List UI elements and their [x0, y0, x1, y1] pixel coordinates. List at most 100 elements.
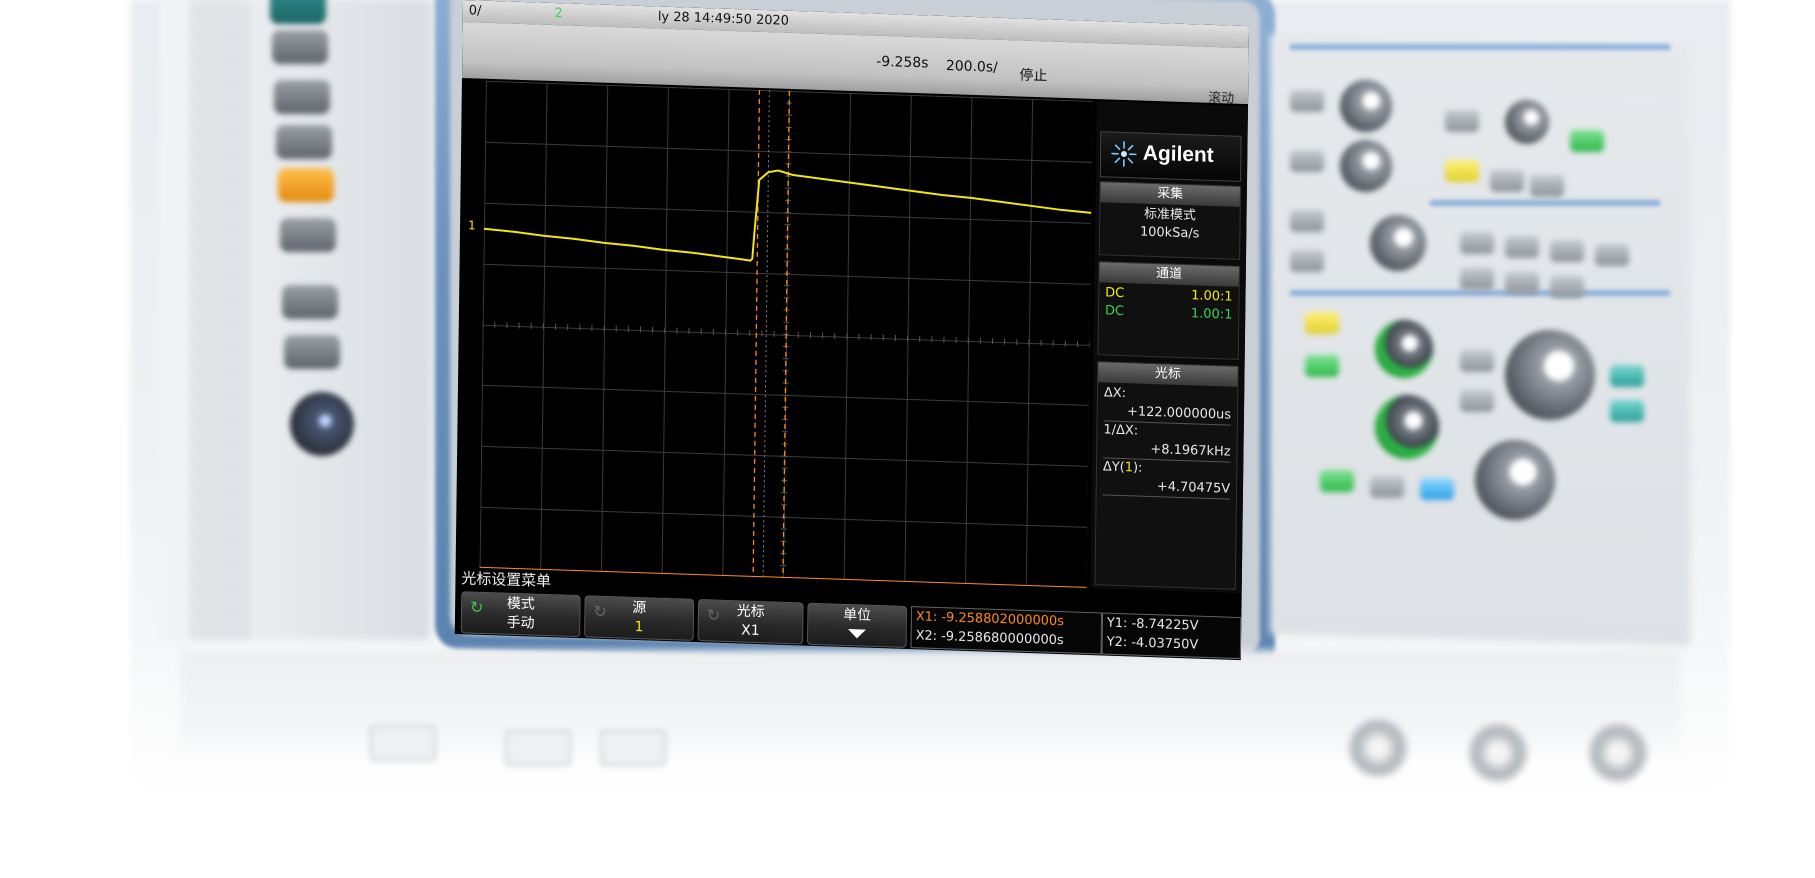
grid-line — [600, 84, 609, 572]
hw-button[interactable] — [1505, 236, 1539, 258]
bnc-connector[interactable] — [1590, 725, 1646, 781]
cycle-icon: ↻ — [706, 605, 721, 625]
hw-button[interactable] — [1290, 210, 1324, 232]
y2-readout: Y2: -4.03750V — [1106, 634, 1199, 653]
hw-button[interactable] — [1505, 272, 1539, 294]
hw-button-cyan[interactable] — [1420, 478, 1454, 500]
hw-knob-green[interactable] — [1375, 395, 1439, 459]
hw-button-green[interactable] — [1570, 130, 1604, 152]
cursor-x-readout: X1: -9.258802000000s X2: -9.258680000000… — [910, 606, 1103, 655]
hw-button[interactable] — [1550, 240, 1584, 262]
hw-knob[interactable] — [1340, 140, 1392, 192]
cursor-y-readout: Y1: -8.74225V Y2: -4.03750V — [1101, 612, 1242, 660]
hw-button[interactable] — [272, 30, 328, 64]
delta-y-value: +4.70475V — [1102, 476, 1231, 500]
ch2-row[interactable]: DC 1.00:1 — [1105, 302, 1233, 324]
softkey-cursor[interactable]: ↻ 光标 X1 — [697, 599, 804, 645]
channels-panel[interactable]: 通道 DC 1.00:1 DC 1.00:1 — [1097, 261, 1240, 360]
hw-button[interactable] — [1530, 175, 1564, 197]
vent-strip — [190, 0, 250, 640]
waveform-display[interactable]: 1 — [468, 80, 1093, 588]
hw-button[interactable] — [1290, 90, 1324, 112]
trigger-line — [762, 90, 770, 578]
acq-mode-label: 滚动 — [1208, 90, 1235, 107]
usb-port[interactable] — [370, 725, 436, 761]
hw-button[interactable] — [280, 218, 336, 252]
hw-button-orange[interactable] — [278, 168, 334, 202]
run-state: 停止 — [1019, 67, 1048, 85]
hw-button[interactable] — [1460, 390, 1494, 412]
hw-knob[interactable] — [290, 392, 354, 456]
hw-button[interactable] — [276, 125, 332, 159]
softkey-units[interactable]: 单位 — [807, 602, 908, 648]
hw-knob[interactable] — [1340, 80, 1392, 132]
ch1-coupling: DC — [1105, 285, 1125, 302]
softkey-source[interactable]: ↻ 源 1 — [584, 595, 695, 641]
hw-button[interactable] — [1290, 250, 1324, 272]
input-port[interactable] — [600, 730, 666, 766]
hw-button[interactable] — [1550, 276, 1584, 298]
bnc-connector[interactable] — [1350, 720, 1406, 776]
right-control-panel — [1270, 34, 1690, 646]
arrow-down-icon — [847, 629, 866, 639]
time-offset: -9.258s — [876, 53, 929, 72]
y1-readout: Y1: -8.74225V — [1106, 615, 1199, 634]
panel-stripe — [1430, 200, 1660, 206]
scope-screen: 0/ 2 ly 28 14:49:50 2020 -9.258s 200.0s/… — [454, 0, 1250, 661]
topbar-fragment: 0/ — [468, 3, 482, 19]
delta-y-prefix: ΔY( — [1102, 459, 1125, 476]
ch2-probe: 1.00:1 — [1190, 306, 1233, 323]
bnc-connector[interactable] — [1470, 725, 1526, 781]
hw-knob-green[interactable] — [1375, 320, 1433, 378]
input-port[interactable] — [505, 730, 571, 766]
hw-knob[interactable] — [1475, 440, 1555, 520]
agilent-spark-icon — [1111, 141, 1137, 167]
hw-button-teal[interactable] — [1610, 365, 1644, 387]
delta-y-suffix: ): — [1132, 460, 1143, 476]
brand-name: Agilent — [1142, 141, 1214, 167]
hw-button[interactable] — [270, 0, 326, 24]
hw-button[interactable] — [1460, 350, 1494, 372]
graticule — [479, 80, 1093, 588]
hw-button[interactable] — [1595, 244, 1629, 266]
hw-button-green[interactable] — [1320, 470, 1354, 492]
hw-button-yellow[interactable] — [1445, 160, 1479, 182]
hw-button[interactable] — [1370, 476, 1404, 498]
acquire-panel[interactable]: 采集 标准模式 100kSa/s — [1098, 181, 1241, 260]
hw-knob[interactable] — [1505, 100, 1549, 144]
brand-logo: Agilent — [1099, 131, 1242, 182]
cursor-x1[interactable] — [752, 89, 761, 577]
info-sidebar: Agilent 采集 标准模式 100kSa/s 通道 DC 1.00:1 DC… — [1090, 101, 1249, 594]
x1-readout: X1: -9.258802000000s — [915, 609, 1065, 630]
hw-button[interactable] — [284, 335, 340, 369]
panel-stripe — [1290, 290, 1670, 296]
hw-button[interactable] — [1445, 110, 1479, 132]
hw-button[interactable] — [1460, 268, 1494, 290]
hw-button[interactable] — [282, 285, 338, 319]
x2-readout: X2: -9.258680000000s — [915, 628, 1064, 649]
topbar-channel: 2 — [554, 6, 563, 22]
grid-line — [965, 96, 973, 584]
hw-knob-large[interactable] — [1505, 330, 1595, 420]
cursors-panel[interactable]: 光标 ΔX: +122.000000us 1/ΔX: +8.1967kHz ΔY… — [1094, 361, 1239, 590]
time-scale: 200.0s/ — [945, 58, 998, 76]
hw-button-green[interactable] — [1305, 355, 1339, 377]
ch2-coupling: DC — [1104, 303, 1125, 320]
cycle-icon: ↻ — [469, 597, 484, 617]
grid-line — [843, 92, 852, 580]
panel-stripe — [1290, 44, 1670, 50]
hw-button[interactable] — [1490, 170, 1524, 192]
datetime: ly 28 14:49:50 2020 — [657, 9, 790, 29]
cycle-icon: ↻ — [593, 601, 607, 622]
hw-button[interactable] — [1290, 150, 1324, 172]
grid-line — [722, 88, 730, 576]
softkey-mode[interactable]: ↻ 模式 手动 — [460, 591, 581, 638]
ch1-ground-marker: 1 — [467, 218, 476, 233]
sample-rate: 100kSa/s — [1139, 224, 1200, 242]
hw-knob[interactable] — [1370, 215, 1426, 271]
hw-button-teal[interactable] — [1610, 400, 1644, 422]
hw-button-yellow[interactable] — [1305, 312, 1339, 334]
ch1-probe: 1.00:1 — [1191, 288, 1233, 305]
hw-button[interactable] — [1460, 232, 1494, 254]
hw-button[interactable] — [274, 80, 330, 114]
